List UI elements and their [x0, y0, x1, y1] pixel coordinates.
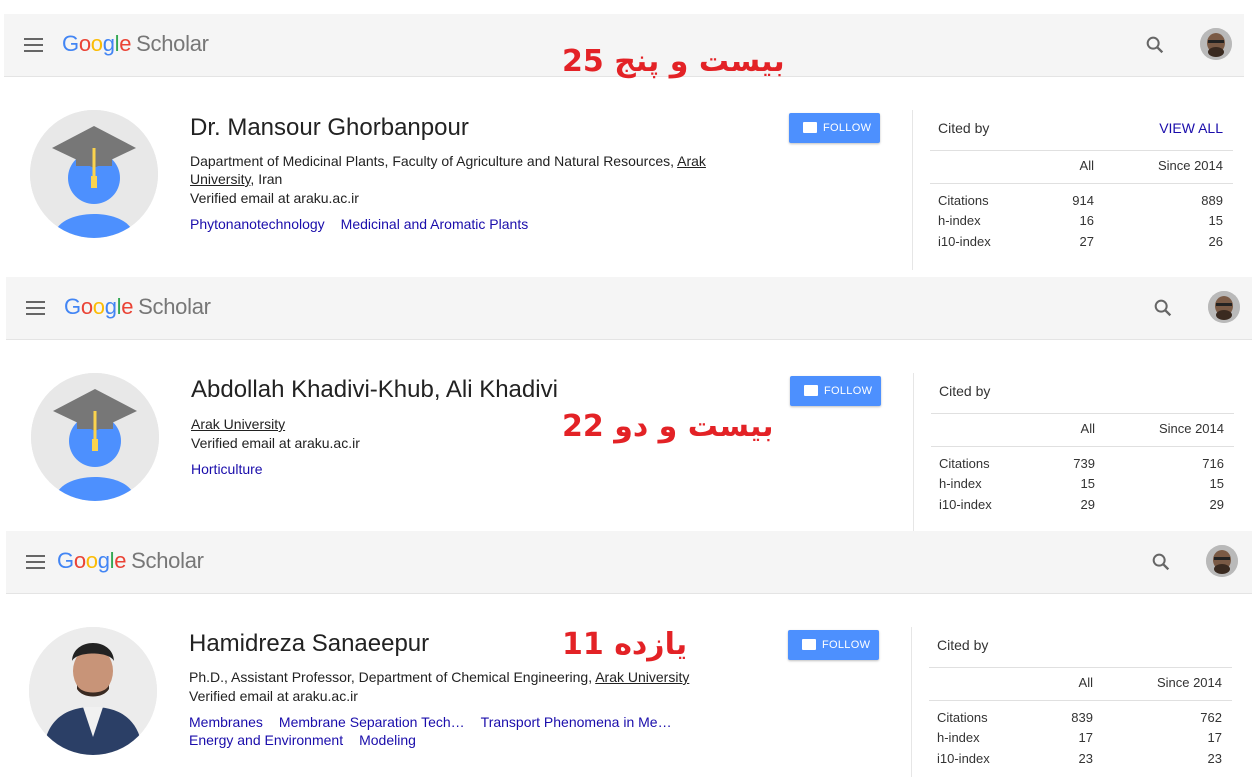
- row-label: i10-index: [938, 234, 991, 249]
- row-all: 29: [1080, 497, 1095, 512]
- col-all: All: [1080, 421, 1095, 436]
- verified-email: Verified email at araku.ac.ir: [191, 435, 360, 451]
- col-since: Since 2014: [1158, 421, 1224, 436]
- profile-name: Hamidreza Sanaeepur: [189, 630, 430, 657]
- row-label: h-index: [939, 476, 982, 491]
- divider: [929, 700, 1232, 701]
- row-label: Citations: [939, 456, 990, 471]
- row-all: 15: [1080, 476, 1095, 491]
- rank-overlay: بیست و دو 22: [562, 409, 774, 444]
- verified-email: Verified email at araku.ac.ir: [189, 688, 358, 704]
- follow-button[interactable]: FOLLOW: [788, 630, 879, 660]
- follow-button[interactable]: FOLLOW: [789, 113, 880, 143]
- row-since: 762: [1200, 710, 1222, 725]
- account-avatar[interactable]: [1208, 291, 1240, 323]
- view-all-link[interactable]: VIEW ALL: [1159, 120, 1223, 136]
- google-scholar-logo[interactable]: Google Scholar: [64, 294, 211, 320]
- account-avatar[interactable]: [1200, 28, 1232, 60]
- row-since: 15: [1208, 213, 1223, 228]
- divider: [930, 150, 1233, 151]
- menu-icon[interactable]: [26, 555, 45, 569]
- col-all: All: [1079, 158, 1094, 173]
- profile-panel-1: Google Scholar بیست و پنج 25 Dr. Mansour …: [0, 14, 1252, 274]
- cited-by-title: Cited by: [938, 120, 990, 136]
- row-label: Citations: [937, 710, 988, 725]
- verified-email: Verified email at araku.ac.ir: [190, 190, 359, 206]
- row-since: 17: [1207, 730, 1222, 745]
- affiliation-link[interactable]: Arak University: [191, 416, 285, 432]
- row-since: 23: [1207, 751, 1222, 766]
- row-label: Citations: [938, 193, 989, 208]
- profile-panel-3: Google Scholar Hamidreza Sanaeepur Ph.D.,…: [0, 531, 1252, 778]
- top-bar: Google Scholar: [6, 531, 1252, 594]
- interest-link[interactable]: Modeling: [359, 732, 416, 748]
- col-since: Since 2014: [1157, 158, 1223, 173]
- interest-link[interactable]: Medicinal and Aromatic Plants: [341, 216, 529, 232]
- row-label: h-index: [938, 213, 981, 228]
- account-avatar[interactable]: [1206, 545, 1238, 577]
- profile-photo: [30, 110, 158, 238]
- interest-link[interactable]: Membranes: [189, 714, 263, 730]
- affiliation: Ph.D., Assistant Professor, Department o…: [189, 669, 690, 685]
- search-icon[interactable]: [1152, 297, 1174, 319]
- affiliation: Dapartment of Medicinal Plants, Faculty …: [190, 153, 706, 187]
- rank-overlay: یازده 11: [562, 627, 688, 662]
- interest-link[interactable]: Energy and Environment: [189, 732, 343, 748]
- research-interests: Phytonanotechnology Medicinal and Aromati…: [190, 215, 730, 233]
- row-since: 716: [1202, 456, 1224, 471]
- mail-icon: [803, 122, 817, 133]
- col-all: All: [1078, 675, 1093, 690]
- profile-photo: [31, 373, 159, 501]
- divider: [930, 183, 1233, 184]
- row-label: h-index: [937, 730, 980, 745]
- interest-link[interactable]: Membrane Separation Tech…: [279, 714, 465, 730]
- row-all: 23: [1078, 751, 1093, 766]
- search-icon[interactable]: [1150, 551, 1172, 573]
- google-scholar-logo[interactable]: Google Scholar: [62, 31, 209, 57]
- row-all: 739: [1073, 456, 1095, 471]
- cited-by-title: Cited by: [937, 637, 989, 653]
- menu-icon[interactable]: [26, 301, 45, 315]
- mail-icon: [802, 639, 816, 650]
- rank-overlay: بیست و پنج 25: [562, 44, 785, 79]
- follow-button[interactable]: FOLLOW: [790, 376, 881, 406]
- menu-icon[interactable]: [24, 38, 43, 52]
- row-all: 914: [1072, 193, 1094, 208]
- profile-name: Dr. Mansour Ghorbanpour: [190, 114, 469, 141]
- cited-by-box: Cited by VIEW ALL All Since 2014 Citatio…: [912, 110, 1233, 270]
- mail-icon: [804, 385, 818, 396]
- row-since: 15: [1209, 476, 1224, 491]
- research-interests: Horticulture: [191, 460, 731, 478]
- profile-photo: [29, 627, 157, 755]
- cited-by-box: Cited by All Since 2014 Citations 739 71…: [913, 373, 1234, 531]
- affiliation-link[interactable]: Arak University: [595, 669, 689, 685]
- divider: [931, 446, 1234, 447]
- row-label: i10-index: [937, 751, 990, 766]
- row-since: 29: [1209, 497, 1224, 512]
- col-since: Since 2014: [1156, 675, 1222, 690]
- interest-link[interactable]: Phytonanotechnology: [190, 216, 325, 232]
- row-since: 26: [1208, 234, 1223, 249]
- cited-by-box: Cited by All Since 2014 Citations 839 76…: [911, 627, 1232, 777]
- row-all: 17: [1078, 730, 1093, 745]
- divider: [929, 667, 1232, 668]
- research-interests: Membranes Membrane Separation Tech… Transp…: [189, 713, 719, 749]
- interest-link[interactable]: Transport Phenomena in Me…: [481, 714, 672, 730]
- search-icon[interactable]: [1144, 34, 1166, 56]
- row-all: 839: [1071, 710, 1093, 725]
- cited-by-title: Cited by: [939, 383, 991, 399]
- interest-link[interactable]: Horticulture: [191, 461, 263, 477]
- profile-panel-2: Google Scholar Abdollah Khadivi-Khub, Ali…: [0, 277, 1252, 532]
- row-since: 889: [1201, 193, 1223, 208]
- profile-name: Abdollah Khadivi-Khub, Ali Khadivi: [191, 376, 558, 403]
- divider: [931, 413, 1234, 414]
- google-scholar-logo[interactable]: Google Scholar: [57, 548, 204, 574]
- row-label: i10-index: [939, 497, 992, 512]
- top-bar: Google Scholar: [6, 277, 1252, 340]
- row-all: 27: [1079, 234, 1094, 249]
- row-all: 16: [1079, 213, 1094, 228]
